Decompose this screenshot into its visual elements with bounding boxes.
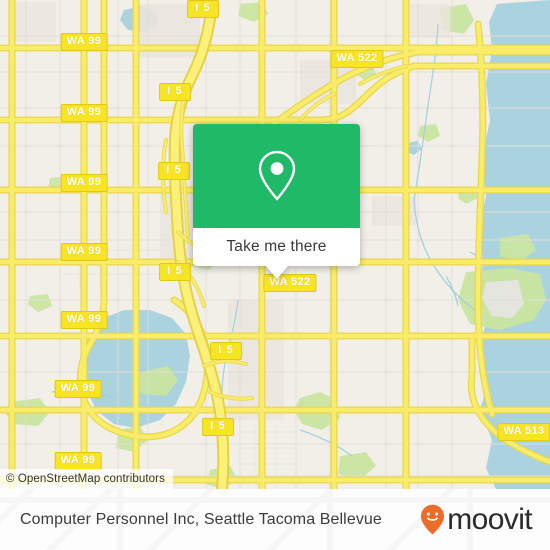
- road-shield: I 5: [202, 418, 234, 436]
- map-attribution[interactable]: © OpenStreetMap contributors: [0, 469, 173, 489]
- road-shield: WA 99: [60, 174, 108, 192]
- road-shield: I 5: [159, 263, 191, 281]
- road-shield: WA 99: [54, 380, 102, 398]
- road-shield: I 5: [210, 342, 242, 360]
- road-shield: WA 522: [330, 50, 384, 68]
- road-shield: WA 99: [60, 243, 108, 261]
- take-me-there-label: Take me there: [226, 238, 327, 255]
- popup-image-area: [193, 124, 360, 228]
- popup-pointer-tail: [265, 266, 288, 279]
- popup-action-bar[interactable]: Take me there: [193, 228, 360, 279]
- map-screenshot: I 5 WA 99 WA 522 WA 99 I 5 WA 99 I 5 WA 99 I 5 WA…: [0, 0, 550, 550]
- footer-bar: Computer Personnel Inc, Seattle Tacoma B…: [0, 489, 550, 550]
- road-shield: I 5: [158, 162, 190, 180]
- location-pin-icon: [258, 150, 295, 201]
- road-shield: WA 99: [60, 311, 108, 329]
- map-canvas[interactable]: I 5 WA 99 WA 522 WA 99 I 5 WA 99 I 5 WA 99 I 5 WA…: [0, 0, 550, 489]
- place-title: Computer Personnel Inc, Seattle Tacoma B…: [20, 510, 382, 528]
- road-shield: I 5: [187, 0, 219, 18]
- road-shield: WA 99: [60, 104, 108, 122]
- moovit-brand[interactable]: moovit: [420, 503, 533, 536]
- road-shield: WA 99: [60, 33, 108, 51]
- moovit-smiley-pin-icon: [421, 504, 445, 535]
- location-popup-card[interactable]: Take me there: [193, 124, 360, 279]
- road-shield: WA 99: [54, 452, 102, 470]
- moovit-wordmark: moovit: [447, 503, 532, 536]
- road-shield: I 5: [159, 83, 191, 101]
- road-shield: WA 513: [497, 423, 550, 441]
